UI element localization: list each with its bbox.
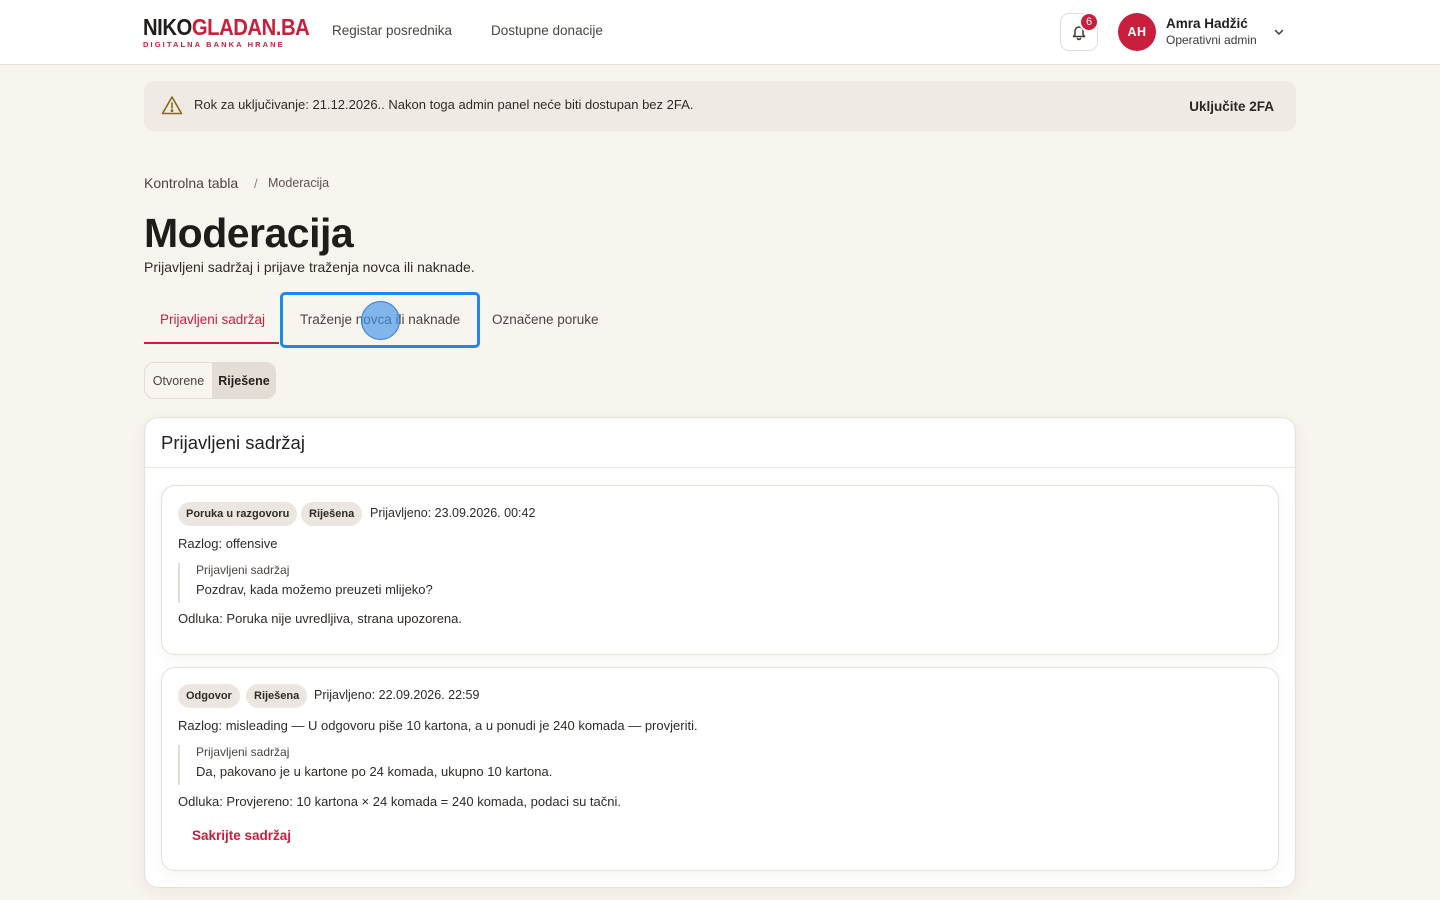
hide-content-button[interactable]: Sakrijte sadržaj [192,828,291,843]
report-reason: Razlog: misleading — U odgovoru piše 10 … [178,718,698,733]
chevron-down-icon[interactable] [1271,24,1287,40]
report-timestamp: Prijavljeno: 22.09.2026. 22:59 [314,688,480,702]
panel-divider [145,467,1295,468]
report-reason: Razlog: offensive [178,536,278,551]
tab-oznacene-poruke[interactable]: Označene poruke [492,312,599,327]
report-status-badge: Riješena [246,684,308,708]
warning-icon [161,96,183,115]
logo-wordmark: NIKOGLADAN.BA [143,14,310,40]
reported-content-quote: Prijavljeni sadržaj Da, pakovano je u ka… [178,745,578,785]
report-timestamp: Prijavljeno: 23.09.2026. 00:42 [370,506,536,520]
brand-logo[interactable]: NIKOGLADAN.BA DIGITALNA BANKA HRANE [143,14,310,49]
quote-label: Prijavljeni sadržaj [196,563,290,577]
filter-option-otvorene[interactable]: Otvorene [145,363,212,398]
report-card: Odgovor Riješena Prijavljeno: 22.09.2026… [161,667,1279,871]
user-name[interactable]: Amra Hadžić [1166,16,1248,31]
panel-title: Prijavljeni sadržaj [161,432,305,453]
breadcrumb-current: Moderacija [268,176,330,190]
status-filter-toggle: Otvorene Riješene [144,362,276,399]
report-type-badge: Poruka u razgovoru [178,502,298,526]
breadcrumb-separator: / [254,176,258,191]
top-navigation-bar: NIKOGLADAN.BA DIGITALNA BANKA HRANE Regi… [0,0,1440,65]
reported-content-quote: Prijavljeni sadržaj Pozdrav, kada možemo… [178,563,578,603]
pointer-cursor-indicator [361,301,400,340]
report-card: Poruka u razgovoru Riješena Prijavljeno:… [161,485,1279,655]
alert-message: Rok za uključivanje: 21.12.2026.. Nakon … [194,97,694,112]
logo-tagline: DIGITALNA BANKA HRANE [143,40,285,49]
enable-2fa-button[interactable]: Uključite 2FA [1189,99,1274,114]
active-tab-underline [144,342,279,344]
nav-link-dostupne-donacije[interactable]: Dostupne donacije [491,23,603,38]
report-status-badge: Riješena [301,502,363,526]
reported-content-panel: Prijavljeni sadržaj Poruka u razgovoru R… [144,417,1296,888]
breadcrumb-link-kontrolna-tabla[interactable]: Kontrolna tabla [144,175,238,191]
page-title: Moderacija [144,210,354,256]
nav-link-registar-posrednika[interactable]: Registar posrednika [332,23,452,38]
quote-text: Da, pakovano je u kartone po 24 komada, … [196,764,553,779]
report-decision: Odluka: Provjereno: 10 kartona × 24 koma… [178,794,621,809]
quote-text: Pozdrav, kada možemo preuzeti mlijeko? [196,582,433,597]
report-type-badge: Odgovor [178,684,240,708]
filter-option-rijesene[interactable]: Riješene [212,363,275,398]
quote-label: Prijavljeni sadržaj [196,745,290,759]
report-decision: Odluka: Poruka nije uvredljiva, strana u… [178,611,462,626]
user-avatar[interactable]: AH [1118,13,1156,51]
notification-count-badge: 6 [1079,12,1099,32]
twofa-alert-banner: Rok za uključivanje: 21.12.2026.. Nakon … [144,81,1296,131]
tab-prijavljeni-sadrzaj[interactable]: Prijavljeni sadržaj [160,312,265,327]
page-subtitle: Prijavljeni sadržaj i prijave traženja n… [144,259,475,275]
user-role: Operativni admin [1166,33,1257,47]
